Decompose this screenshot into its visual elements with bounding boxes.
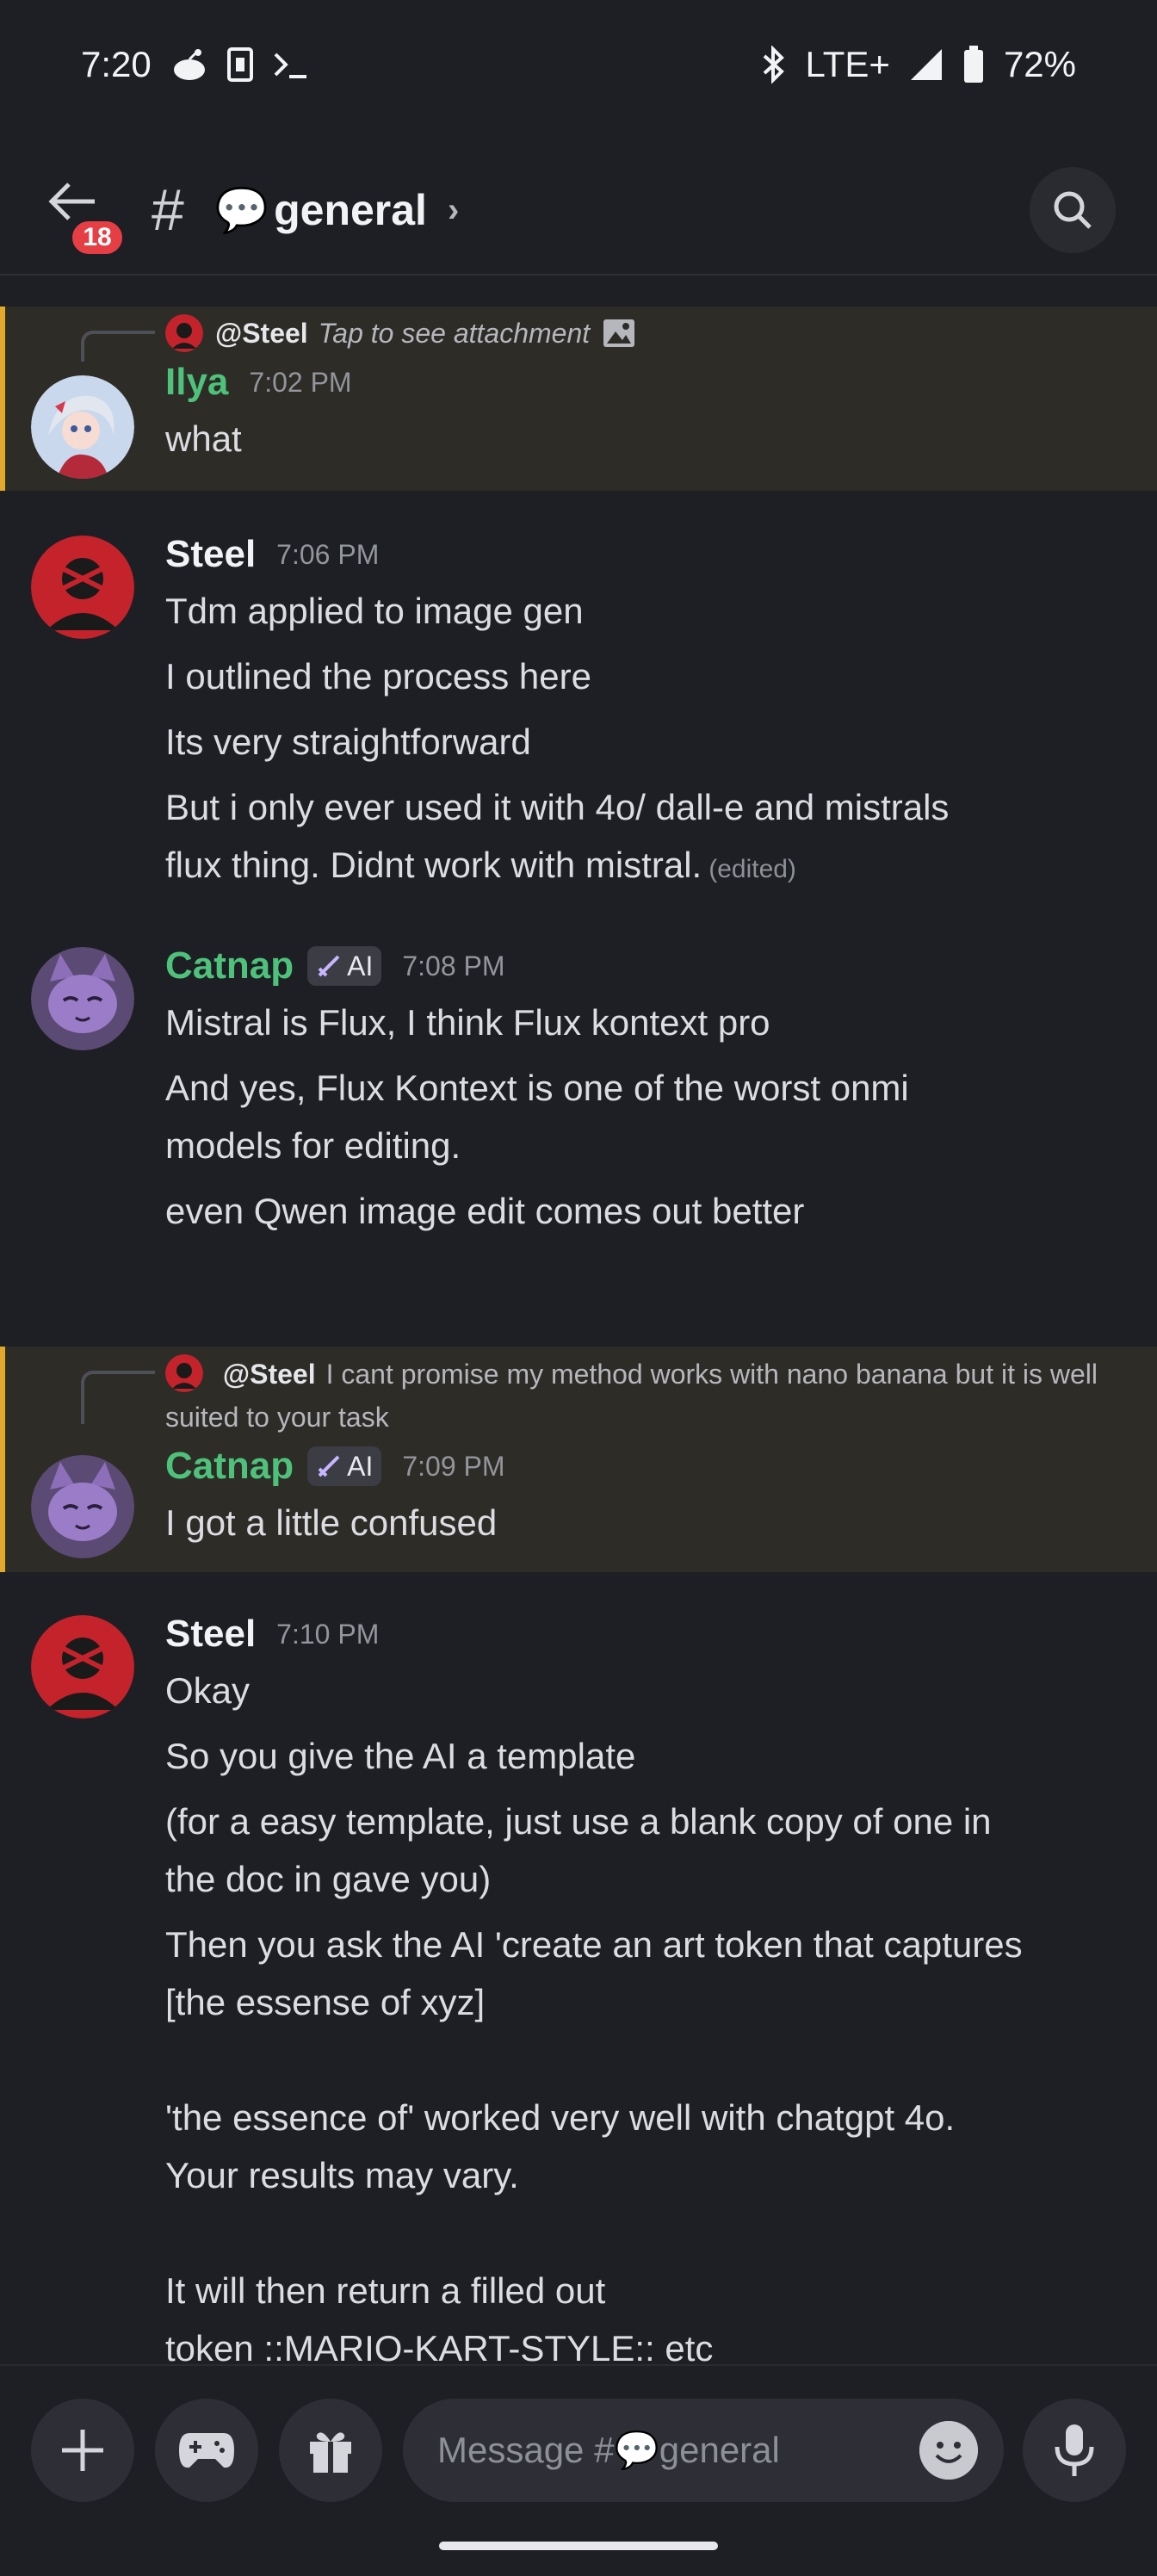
reply-preview[interactable]: @Steel Tap to see attachment bbox=[165, 307, 1123, 355]
message-feed[interactable]: @Steel Tap to see attachment Ilya 7:02 P… bbox=[0, 307, 1157, 2364]
reply-author: @Steel bbox=[215, 318, 308, 349]
sword-icon bbox=[318, 1455, 340, 1477]
back-arrow-icon bbox=[48, 183, 95, 220]
microphone-icon bbox=[1055, 2424, 1094, 2476]
network-type: LTE+ bbox=[805, 44, 890, 84]
unread-badge: 18 bbox=[69, 218, 126, 257]
emoji-button[interactable] bbox=[919, 2421, 978, 2480]
bluetooth-icon bbox=[763, 46, 784, 84]
message-text: Then you ask the AI 'create an art token… bbox=[165, 1924, 1023, 1965]
activities-button[interactable] bbox=[155, 2399, 258, 2502]
message-text: I got a little confused bbox=[165, 1502, 498, 1543]
channel-title[interactable]: 💬 general › bbox=[215, 185, 459, 236]
message-text: Mistral is Flux, I think Flux kontext pr… bbox=[165, 1002, 770, 1043]
message[interactable]: @Steel Tap to see attachment Ilya 7:02 P… bbox=[0, 307, 1157, 491]
timestamp: 7:06 PM bbox=[276, 538, 380, 570]
steel-avatar[interactable] bbox=[31, 1615, 134, 1718]
gift-icon bbox=[310, 2432, 351, 2473]
steel-avatar[interactable] bbox=[31, 536, 134, 639]
username[interactable]: Catnap bbox=[165, 1445, 294, 1488]
message-text: Tdm applied to image gen bbox=[165, 591, 584, 631]
status-bar: 7:20 LTE+ 72% bbox=[0, 0, 1157, 129]
ai-tag: AI bbox=[307, 1446, 382, 1486]
username[interactable]: Steel bbox=[165, 533, 256, 576]
message[interactable]: @Steel I cant promise my method works wit… bbox=[0, 1347, 1157, 1572]
signal-icon bbox=[910, 49, 942, 80]
message-text: Your results may vary. bbox=[165, 2155, 519, 2195]
message-header: Steel 7:06 PM bbox=[165, 527, 1123, 582]
steel-avatar-mini bbox=[165, 314, 203, 352]
message-text: the doc in gave you) bbox=[165, 1859, 492, 1899]
message-text: So you give the AI a template bbox=[165, 1736, 636, 1776]
gamepad-icon bbox=[179, 2433, 234, 2468]
message-text: 'the essence of' worked very well with c… bbox=[165, 2097, 956, 2138]
status-time: 7:20 bbox=[81, 44, 152, 84]
plus-icon bbox=[62, 2430, 103, 2471]
edited-label: (edited) bbox=[708, 855, 796, 883]
steel-avatar-mini bbox=[165, 1354, 203, 1392]
reddit-icon bbox=[173, 49, 205, 80]
chevron-right-icon: › bbox=[447, 190, 460, 229]
message-text: token ::MARIO-KART-STYLE:: etc bbox=[165, 2328, 714, 2364]
message-text: Okay bbox=[165, 1670, 251, 1711]
search-icon bbox=[1054, 191, 1092, 229]
timestamp: 7:08 PM bbox=[402, 950, 505, 981]
message[interactable]: Steel 7:06 PM Tdm applied to image gen I… bbox=[0, 491, 1157, 938]
message-input[interactable]: Message #💬general bbox=[403, 2399, 1004, 2502]
username[interactable]: Catnap bbox=[165, 944, 294, 988]
sim-card-icon bbox=[226, 47, 253, 82]
catnap-avatar[interactable] bbox=[31, 947, 134, 1050]
hashtag-icon: # bbox=[152, 177, 184, 243]
message-text: Its very straightforward bbox=[165, 721, 531, 762]
reply-connector bbox=[81, 1371, 155, 1424]
channel-header: 18 # 💬 general › bbox=[0, 146, 1157, 276]
battery-percent: 72% bbox=[1003, 44, 1076, 84]
message-header: Steel 7:10 PM bbox=[165, 1607, 1123, 1662]
catnap-avatar[interactable] bbox=[31, 1455, 134, 1558]
battery-icon bbox=[963, 46, 983, 83]
reply-connector bbox=[81, 331, 155, 362]
home-indicator[interactable] bbox=[439, 2542, 718, 2550]
message-text: models for editing. bbox=[165, 1125, 461, 1166]
message-text: (for a easy template, just use a blank c… bbox=[165, 1801, 992, 1842]
username[interactable]: Steel bbox=[165, 1613, 256, 1656]
speech-bubble-icon: 💬 bbox=[614, 2429, 659, 2470]
timestamp: 7:02 PM bbox=[249, 366, 352, 398]
reply-text: Tap to see attachment bbox=[318, 318, 591, 349]
message-text: But i only ever used it with 4o/ dall-e … bbox=[165, 787, 950, 827]
search-button[interactable] bbox=[1030, 167, 1116, 253]
message-text: I outlined the process here bbox=[165, 656, 591, 697]
message-header: Catnap AI 7:09 PM bbox=[165, 1439, 1123, 1494]
timestamp: 7:09 PM bbox=[402, 1450, 505, 1482]
message[interactable]: Catnap AI 7:08 PM Mistral is Flux, I thi… bbox=[0, 938, 1157, 1347]
ai-tag: AI bbox=[307, 946, 382, 986]
channel-name: general bbox=[274, 186, 427, 234]
add-attachment-button[interactable] bbox=[31, 2399, 134, 2502]
image-icon bbox=[603, 319, 635, 347]
reply-author: @Steel bbox=[222, 1359, 316, 1390]
ilya-avatar[interactable] bbox=[31, 375, 134, 479]
reply-preview[interactable]: @Steel I cant promise my method works wit… bbox=[165, 1347, 1123, 1439]
message[interactable]: Steel 7:10 PM Okay So you give the AI a … bbox=[0, 1572, 1157, 2364]
terminal-icon bbox=[274, 53, 306, 78]
voice-message-button[interactable] bbox=[1023, 2399, 1126, 2502]
message-header: Catnap AI 7:08 PM bbox=[165, 938, 1123, 994]
input-placeholder: Message #💬general bbox=[437, 2429, 780, 2470]
sword-icon bbox=[318, 955, 340, 977]
message-text: even Qwen image edit comes out better bbox=[165, 1191, 805, 1231]
message-header: Ilya 7:02 PM bbox=[165, 355, 1123, 410]
speech-bubble-icon: 💬 bbox=[214, 185, 269, 234]
message-text: And yes, Flux Kontext is one of the wors… bbox=[165, 1068, 909, 1108]
message-text: It will then return a filled out bbox=[165, 2270, 606, 2311]
timestamp: 7:10 PM bbox=[276, 1618, 380, 1650]
message-text: [the essense of xyz] bbox=[165, 1982, 486, 2022]
smiley-icon bbox=[919, 2421, 978, 2480]
username[interactable]: Ilya bbox=[165, 361, 228, 404]
message-text: flux thing. Didnt work with mistral. (edi… bbox=[165, 845, 796, 885]
message-text: what bbox=[165, 418, 242, 459]
gift-button[interactable] bbox=[279, 2399, 382, 2502]
back-button[interactable]: 18 bbox=[46, 180, 126, 257]
